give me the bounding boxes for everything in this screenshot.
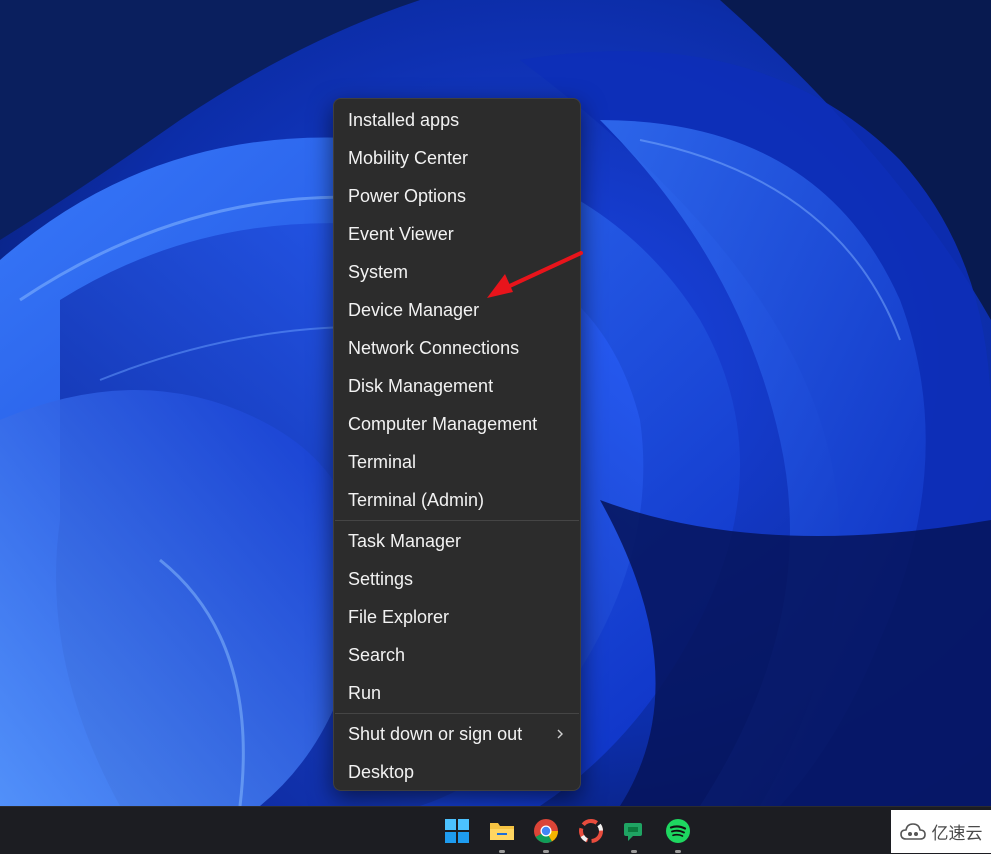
menu-item-network-connections[interactable]: Network Connections [334,331,580,365]
watermark-logo: 亿速云 [891,810,991,853]
menu-item-search[interactable]: Search [334,638,580,672]
chevron-right-icon [557,729,563,739]
menu-item-shut-down-or-sign-out[interactable]: Shut down or sign out [334,717,580,751]
menu-item-terminal-admin[interactable]: Terminal (Admin) [334,483,580,517]
menu-item-terminal[interactable]: Terminal [334,445,580,479]
quick-link-context-menu: Installed apps Mobility Center Power Opt… [333,98,581,791]
menu-item-task-manager[interactable]: Task Manager [334,524,580,558]
cloud-icon [899,822,926,840]
menu-item-file-explorer[interactable]: File Explorer [334,600,580,634]
menu-item-settings[interactable]: Settings [334,562,580,596]
file-explorer-icon[interactable] [484,813,520,853]
menu-item-event-viewer[interactable]: Event Viewer [334,217,580,251]
windows-start-icon[interactable] [439,813,475,849]
menu-item-mobility-center[interactable]: Mobility Center [334,141,580,175]
menu-separator [335,520,579,521]
menu-separator [335,713,579,714]
menu-item-computer-management[interactable]: Computer Management [334,407,580,441]
menu-item-desktop[interactable]: Desktop [334,755,580,789]
menu-item-disk-management[interactable]: Disk Management [334,369,580,403]
taskbar [0,806,991,854]
photo-app-icon[interactable] [573,813,609,849]
menu-item-run[interactable]: Run [334,676,580,710]
chat-app-icon[interactable] [616,813,652,853]
menu-item-installed-apps[interactable]: Installed apps [334,103,580,137]
watermark-text: 亿速云 [931,824,983,844]
menu-item-device-manager[interactable]: Device Manager [334,293,580,327]
chrome-icon[interactable] [528,813,564,853]
menu-item-power-options[interactable]: Power Options [334,179,580,213]
menu-item-label: Shut down or sign out [348,723,523,744]
spotify-icon[interactable] [660,813,696,853]
menu-item-system[interactable]: System [334,255,580,289]
